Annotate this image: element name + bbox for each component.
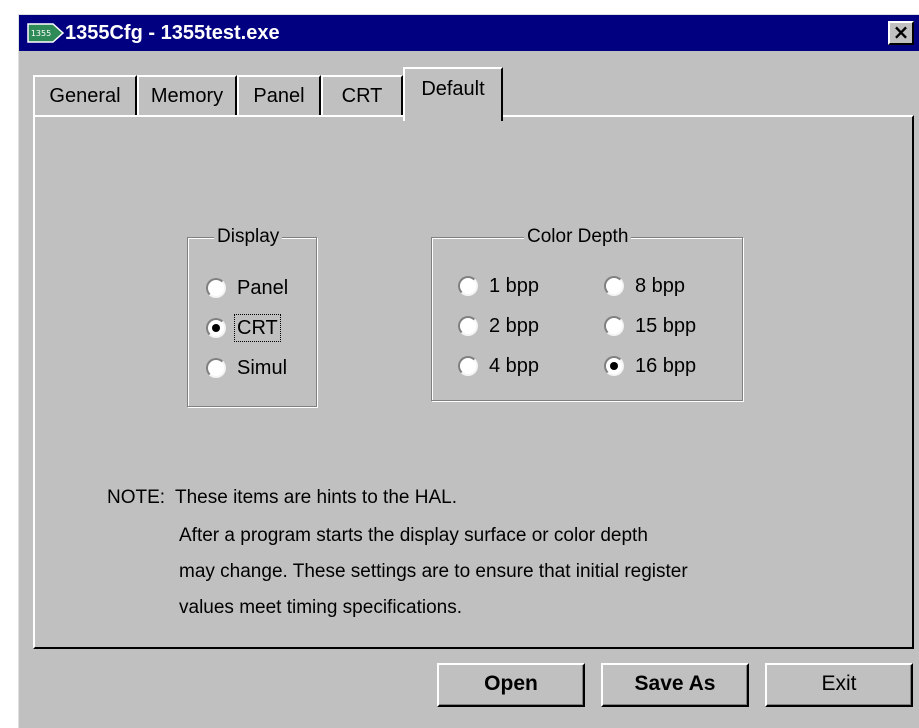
radio-label: 8 bpp bbox=[635, 275, 686, 297]
tab-default[interactable]: Default bbox=[403, 67, 503, 121]
note-prefix: NOTE: bbox=[107, 487, 166, 508]
radio-label: 4 bpp bbox=[489, 355, 540, 377]
color-depth-group-title: Color Depth bbox=[524, 224, 632, 250]
app-icon-text: 1355 bbox=[31, 29, 51, 38]
note-line: values meet timing specifications. bbox=[179, 597, 463, 618]
app-logo-icon: 1355 bbox=[27, 23, 65, 43]
radio-circle-icon bbox=[458, 276, 478, 296]
color-8bpp-radio[interactable]: 8 bpp bbox=[604, 272, 687, 300]
radio-label: 16 bpp bbox=[635, 355, 697, 377]
display-crt-radio[interactable]: CRT bbox=[206, 314, 281, 342]
display-simul-radio[interactable]: Simul bbox=[206, 354, 289, 382]
radio-circle-icon bbox=[604, 276, 624, 296]
close-button[interactable]: × bbox=[888, 21, 914, 45]
color-4bpp-radio[interactable]: 4 bpp bbox=[458, 352, 541, 380]
radio-circle-icon bbox=[206, 278, 226, 298]
window-title: 1355Cfg - 1355test.exe bbox=[65, 22, 280, 44]
radio-label: Simul bbox=[237, 357, 288, 379]
radio-label: 15 bpp bbox=[635, 315, 697, 337]
tab-crt[interactable]: CRT bbox=[321, 75, 403, 117]
radio-label: Panel bbox=[237, 277, 289, 299]
radio-circle-icon bbox=[458, 356, 478, 376]
note-line: These items are hints to the HAL. bbox=[175, 487, 457, 508]
save-as-button[interactable]: Save As bbox=[601, 663, 749, 707]
display-panel-radio[interactable]: Panel bbox=[206, 274, 290, 302]
color-1bpp-radio[interactable]: 1 bpp bbox=[458, 272, 541, 300]
default-tab-panel: Display Panel CRT Simul Color Depth 1 bp… bbox=[33, 115, 914, 649]
exit-button[interactable]: Exit bbox=[765, 663, 913, 707]
color-depth-group: Color Depth 1 bpp 2 bpp 4 bpp 8 bpp 15 b… bbox=[431, 224, 743, 401]
title-bar[interactable]: 1355 1355Cfg - 1355test.exe × bbox=[19, 15, 919, 51]
config-window: 1355 1355Cfg - 1355test.exe × General Me… bbox=[18, 14, 919, 728]
color-2bpp-radio[interactable]: 2 bpp bbox=[458, 312, 541, 340]
color-16bpp-radio[interactable]: 16 bpp bbox=[604, 352, 698, 380]
radio-label: 2 bpp bbox=[489, 315, 540, 337]
radio-circle-icon bbox=[206, 358, 226, 378]
note-line: may change. These settings are to ensure… bbox=[179, 561, 688, 582]
display-group-title: Display bbox=[214, 224, 283, 250]
open-button[interactable]: Open bbox=[437, 663, 585, 707]
tab-panel[interactable]: Panel bbox=[237, 75, 321, 117]
color-15bpp-radio[interactable]: 15 bpp bbox=[604, 312, 698, 340]
radio-circle-icon bbox=[604, 316, 624, 336]
tab-general[interactable]: General bbox=[33, 75, 137, 117]
radio-selected-icon bbox=[206, 318, 226, 338]
note-line: After a program starts the display surfa… bbox=[179, 525, 648, 546]
radio-label: CRT bbox=[234, 314, 281, 342]
tab-memory[interactable]: Memory bbox=[137, 75, 237, 117]
display-group: Display Panel CRT Simul bbox=[187, 224, 317, 407]
radio-selected-icon bbox=[604, 356, 624, 376]
radio-label: 1 bpp bbox=[489, 275, 540, 297]
radio-circle-icon bbox=[458, 316, 478, 336]
